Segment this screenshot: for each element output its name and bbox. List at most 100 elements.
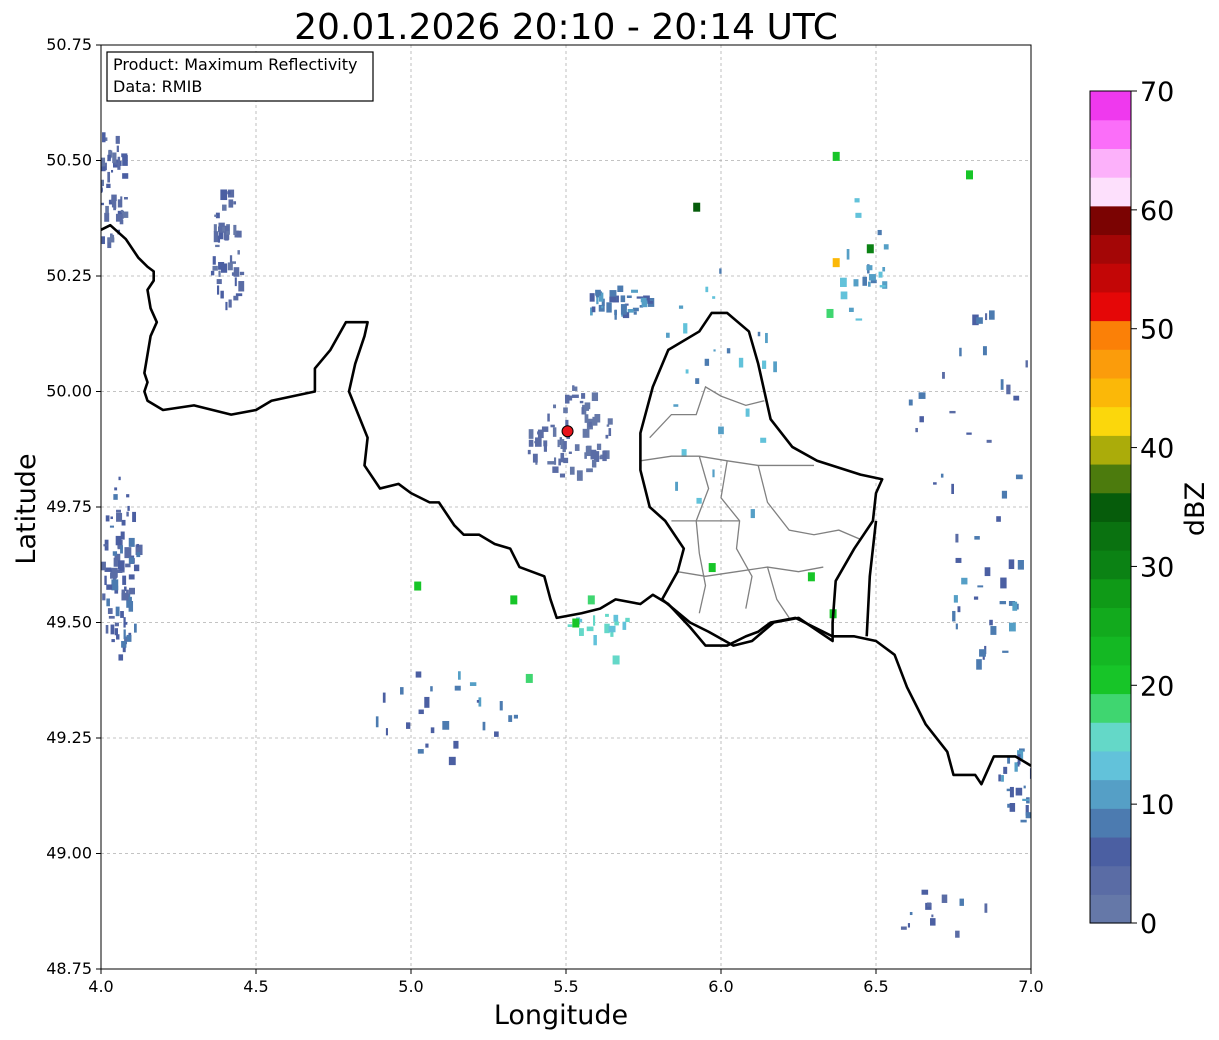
echo-cell bbox=[866, 265, 873, 271]
echo-cell bbox=[705, 286, 709, 293]
echo-cell bbox=[586, 468, 593, 473]
figure-title: 20.01.2026 20:10 - 20:14 UTC bbox=[294, 7, 838, 48]
echo-cell bbox=[953, 595, 958, 603]
echo-cell bbox=[984, 903, 988, 913]
echo-cell bbox=[415, 671, 422, 678]
echo-cell bbox=[222, 204, 227, 211]
echo-cell bbox=[220, 290, 224, 299]
echo-cell bbox=[113, 557, 118, 567]
echo-cell bbox=[424, 696, 430, 708]
echo-cell bbox=[216, 279, 222, 285]
echo-cell bbox=[647, 301, 654, 304]
echo-cell bbox=[966, 170, 973, 180]
echo-cell bbox=[593, 635, 597, 646]
echo-cell bbox=[494, 731, 499, 737]
echo-cell bbox=[807, 572, 815, 582]
echo-cell bbox=[90, 174, 94, 185]
echo-cell bbox=[442, 720, 450, 730]
echo-cell bbox=[1017, 560, 1024, 570]
echo-cell bbox=[750, 509, 755, 519]
echo-cell bbox=[984, 567, 991, 577]
echo-cell bbox=[989, 619, 993, 626]
echo-cell bbox=[532, 453, 538, 463]
colorbar-segment bbox=[1090, 836, 1131, 867]
echo-cell bbox=[527, 449, 531, 455]
echo-cell bbox=[826, 308, 834, 318]
colorbar-segment bbox=[1090, 406, 1131, 436]
y-tick-label: 50.25 bbox=[46, 266, 92, 285]
echo-cell bbox=[121, 153, 128, 158]
echo-cell bbox=[989, 310, 995, 320]
echo-cell bbox=[620, 304, 627, 315]
echo-cell bbox=[840, 277, 847, 287]
echo-cell bbox=[552, 466, 559, 473]
colorbar-segment bbox=[1090, 377, 1131, 408]
echo-cell bbox=[97, 215, 100, 218]
echo-cell bbox=[1020, 819, 1027, 823]
echo-cell bbox=[234, 277, 237, 287]
echo-cell bbox=[222, 226, 226, 232]
colorbar-segment bbox=[1090, 550, 1131, 580]
y-tick-label: 50.00 bbox=[46, 382, 92, 401]
echo-cell bbox=[586, 626, 594, 632]
echo-cell bbox=[926, 902, 932, 907]
echo-cell bbox=[579, 400, 584, 404]
echo-cell bbox=[976, 659, 982, 670]
echo-cell bbox=[114, 162, 118, 165]
echo-cell bbox=[918, 392, 926, 399]
echo-cell bbox=[114, 622, 119, 627]
info-data: Data: RMIB bbox=[113, 77, 202, 96]
echo-cell bbox=[587, 595, 595, 605]
echo-cell bbox=[550, 424, 555, 428]
echo-cell bbox=[614, 621, 619, 626]
echo-cell bbox=[622, 621, 627, 630]
echo-cell bbox=[529, 443, 534, 446]
echo-cell bbox=[951, 483, 954, 495]
echo-cell bbox=[683, 323, 688, 334]
colorbar-segment bbox=[1090, 349, 1131, 379]
echo-cell bbox=[400, 687, 404, 695]
echo-cell bbox=[547, 413, 550, 422]
echo-cell bbox=[853, 279, 859, 287]
colorbar-segment bbox=[1090, 119, 1131, 149]
echo-cell bbox=[564, 394, 570, 404]
echo-cell bbox=[738, 357, 744, 368]
echo-cell bbox=[127, 505, 130, 511]
echo-cell bbox=[212, 256, 216, 265]
echo-cell bbox=[385, 728, 388, 736]
echo-cell bbox=[605, 434, 609, 439]
echo-cell bbox=[878, 271, 883, 278]
echo-cell bbox=[606, 424, 610, 427]
echo-cell bbox=[213, 231, 219, 243]
x-tick-label: 5.5 bbox=[553, 977, 578, 996]
echo-cell bbox=[675, 481, 679, 491]
echo-cell bbox=[220, 189, 228, 201]
colorbar-segment bbox=[1090, 865, 1131, 895]
echo-cell bbox=[129, 587, 135, 595]
echo-cell bbox=[106, 183, 111, 189]
x-tick-label: 4.5 bbox=[243, 977, 268, 996]
echo-cell bbox=[110, 624, 115, 635]
colorbar-segment bbox=[1090, 808, 1131, 838]
echo-cell bbox=[908, 399, 913, 406]
echo-cell bbox=[866, 244, 874, 254]
echo-cell bbox=[574, 444, 580, 451]
colorbar-segment bbox=[1090, 263, 1131, 293]
echo-cell bbox=[1032, 783, 1037, 791]
echo-cell bbox=[107, 608, 113, 614]
echo-cell bbox=[1015, 474, 1023, 480]
colorbar-segment bbox=[1090, 578, 1131, 609]
echo-cell bbox=[134, 623, 137, 633]
echo-cell bbox=[593, 615, 596, 626]
echo-cell bbox=[126, 511, 129, 517]
echo-cell bbox=[238, 281, 245, 292]
echo-cell bbox=[608, 625, 616, 633]
echo-cell bbox=[921, 889, 929, 895]
reflectivity-echoes bbox=[90, 132, 1037, 938]
echo-cell bbox=[862, 276, 867, 286]
colorbar-segment bbox=[1090, 177, 1131, 207]
echo-cell bbox=[418, 709, 424, 715]
echo-cell bbox=[116, 509, 121, 513]
echo-cell bbox=[375, 716, 379, 728]
echo-cell bbox=[236, 230, 242, 238]
